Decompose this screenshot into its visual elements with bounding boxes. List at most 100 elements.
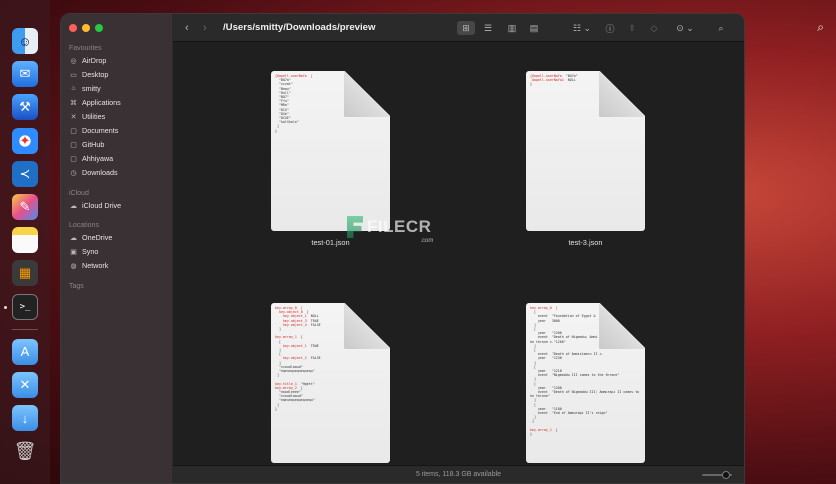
file-name: test-3.json (568, 238, 603, 247)
sidebar-item-label: Syno (82, 247, 99, 256)
gallery-view-button[interactable]: ▤ (526, 21, 542, 35)
file-name: test-01.json (311, 238, 350, 247)
minimize-button[interactable] (82, 24, 90, 32)
icon-view-button[interactable]: ⊞ (457, 21, 475, 35)
sidebar-item-label: Utilities (82, 112, 106, 121)
path-title: /Users/smitty/Downloads/preview (223, 22, 376, 33)
globe-icon: ◍ (70, 262, 77, 270)
sidebar-section-tags: Tags (69, 283, 84, 290)
spotlight-search-icon[interactable]: ⌕ (817, 20, 824, 35)
utilities-icon: ✕ (70, 113, 77, 121)
list-view-button[interactable]: ☰ (480, 21, 496, 35)
sidebar-item-ahhiyawa[interactable]: ▢ Ahhiyawa (69, 152, 169, 165)
page-fold (599, 303, 645, 349)
watermark-text: FILECR (367, 217, 432, 236)
close-button[interactable] (69, 24, 77, 32)
trash-icon[interactable]: 🗑 (12, 438, 38, 464)
gallery-icon: ▤ (529, 22, 539, 33)
window-controls (69, 24, 103, 32)
grid-icon: ⊞ (462, 22, 470, 33)
sidebar-item-label: Network (82, 261, 109, 270)
sidebar-item-label: GitHub (82, 140, 105, 149)
icon-size-slider-knob[interactable] (722, 471, 730, 479)
json-file-thumbnail: {Oopell.userNoYo "BU7a" Oopell.userNoYo2… (526, 71, 645, 231)
forward-button[interactable]: › (203, 22, 215, 34)
finder-icon[interactable]: ☺ (12, 28, 38, 54)
terminal-icon[interactable]: >_ (12, 293, 38, 320)
cloud-icon: ☁ (70, 234, 77, 242)
sidebar-item-airdrop[interactable]: ◎ AirDrop (69, 54, 169, 67)
applications-icon: ⌘ (70, 99, 77, 107)
sidebar-section-locations: Locations (69, 222, 99, 229)
more-actions-button[interactable]: ⊙ ⌄ (673, 21, 697, 35)
page-fold (599, 71, 645, 117)
info-button[interactable]: ⓘ (603, 21, 617, 35)
downloads-icon: ◷ (70, 169, 77, 177)
sidebar-item-documents[interactable]: ▢ Documents (69, 124, 169, 137)
sidebar-item-syno[interactable]: ▣ Syno (69, 245, 169, 258)
sidebar-item-label: Applications (82, 98, 121, 107)
zoom-button[interactable] (95, 24, 103, 32)
sidebar-item-github[interactable]: ▢ GitHub (69, 138, 169, 151)
sidebar-item-desktop[interactable]: ▭ Desktop (69, 68, 169, 81)
share-button[interactable]: ⇪ (625, 21, 639, 35)
home-icon: ⌂ (71, 85, 76, 92)
mail-icon[interactable]: ✉ (12, 61, 38, 88)
safari-icon[interactable]: ✦ (12, 127, 38, 154)
downloads-folder-icon[interactable]: ↓ (12, 405, 38, 432)
file-browser: ‹ › /Users/smitty/Downloads/preview ⊞ ☰ … (173, 14, 744, 483)
sidebar-item-onedrive[interactable]: ☁ OneDrive (69, 231, 169, 244)
json-file-thumbnail: key.array_0 [ [ event "Foundation of Egy… (526, 303, 645, 463)
page-fold (344, 71, 390, 117)
json-file-thumbnail: {Oopell.userNoYo [ "BU7a" "ccvat" "Beau"… (271, 71, 390, 231)
sidebar-item-label: Ahhiyawa (82, 154, 114, 163)
sidebar-section-icloud: iCloud (69, 190, 89, 197)
sidebar-item-icloud-drive[interactable]: ☁ iCloud Drive (69, 199, 169, 212)
status-bar: 5 items, 118.3 GB available (173, 465, 744, 483)
list-icon: ☰ (483, 22, 493, 33)
json-preview-text: key.array_0 [ [ event "Foundation of Egy… (530, 306, 640, 437)
columns-icon: ▥ (507, 22, 517, 33)
sidebar-section-favourites: Favourites (69, 45, 102, 52)
sidebar-item-network[interactable]: ◍ Network (69, 259, 169, 272)
sidebar-item-home[interactable]: ⌂ smitty (69, 82, 169, 95)
back-button[interactable]: ‹ (185, 22, 197, 34)
utilities-folder-icon[interactable]: ✕ (12, 371, 38, 398)
sidebar-item-label: Downloads (82, 168, 118, 177)
toolbar: ‹ › /Users/smitty/Downloads/preview ⊞ ☰ … (173, 14, 744, 42)
json-preview-text: key.array_0 [ key.object_0 [ key.object_… (275, 306, 321, 411)
file-item[interactable]: key.array_0 [ key.object_0 [ key.object_… (271, 303, 390, 470)
filecr-logo-icon (347, 216, 363, 238)
sidebar-item-applications[interactable]: ⌘ Applications (69, 96, 169, 109)
vscode-icon[interactable]: ≺ (12, 160, 38, 187)
xcode-icon[interactable]: ⚒ (12, 94, 38, 121)
sidebar-item-label: Desktop (82, 70, 109, 79)
applications-folder-icon[interactable]: A (12, 338, 38, 365)
group-button[interactable]: ☷ ⌄ (570, 21, 594, 35)
json-preview-text: {Oopell.userNoYo "BU7a" Oopell.userNoYo2… (530, 74, 578, 87)
sidebar-item-downloads[interactable]: ◷ Downloads (69, 166, 169, 179)
sidebar-item-label: smitty (82, 84, 101, 93)
calculator-icon[interactable]: ▦ (12, 260, 38, 287)
sidebar: Favourites ◎ AirDrop ▭ Desktop ⌂ smitty ⌘ Ap… (61, 14, 173, 483)
tag-button[interactable]: ◇ (647, 21, 661, 35)
sidebar-item-label: AirDrop (82, 56, 107, 65)
share-icon: ⇪ (628, 22, 636, 33)
folder-icon: ▢ (70, 155, 77, 163)
notes-icon[interactable] (12, 227, 38, 254)
watermark: FILECR .com (347, 216, 433, 244)
pixelmator-icon[interactable]: ✎ (12, 193, 38, 220)
folder-icon: ▢ (70, 127, 77, 135)
desktop-icon: ▭ (70, 71, 77, 79)
info-icon: ⓘ (605, 23, 615, 34)
file-item[interactable]: key.array_0 [ [ event "Foundation of Egy… (526, 303, 645, 470)
sidebar-item-utilities[interactable]: ✕ Utilities (69, 110, 169, 123)
page-fold (344, 303, 390, 349)
column-view-button[interactable]: ▥ (504, 21, 520, 35)
file-item[interactable]: {Oopell.userNoYo "BU7a" Oopell.userNoYo2… (526, 71, 645, 247)
status-text: 5 items, 118.3 GB available (415, 471, 502, 478)
search-icon: ⌕ (718, 22, 724, 33)
sidebar-item-label: iCloud Drive (82, 201, 122, 210)
search-button[interactable]: ⌕ (714, 21, 728, 35)
sidebar-item-label: Documents (82, 126, 119, 135)
